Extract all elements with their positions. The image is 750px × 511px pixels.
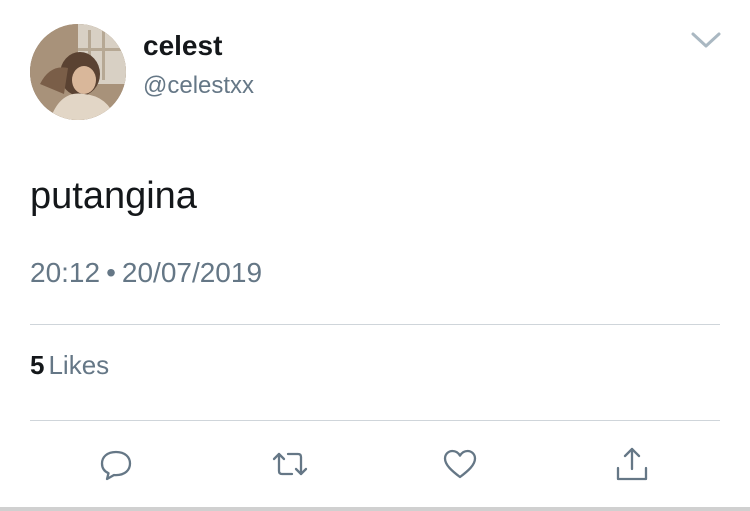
like-button[interactable] [440,444,480,484]
likes-count-link[interactable]: 5 Likes [30,350,109,380]
heart-icon [443,449,477,479]
avatar[interactable] [30,24,126,120]
avatar-photo [30,24,126,120]
share-upload-icon [616,447,648,481]
author-display-name[interactable]: celest [143,30,222,62]
reply-button[interactable] [96,444,136,484]
retweet-button[interactable] [270,444,310,484]
likes-label: Likes [48,350,110,380]
likes-count: 5 [30,350,45,380]
author-handle[interactable]: @celestxx [143,71,254,101]
tweet-text: putangina [30,175,197,217]
more-options-button[interactable] [688,28,724,52]
chevron-down-icon [691,32,721,48]
retweet-arrows-icon [272,452,308,476]
speech-bubble-icon [100,450,132,481]
tweet-time: 20:12 [30,257,101,288]
bottom-border [0,507,750,511]
meta-separator: • [106,257,116,288]
tweet-date: 20/07/2019 [121,257,263,288]
divider [30,420,720,421]
divider [30,324,720,325]
share-button[interactable] [612,444,652,484]
tweet-timestamp[interactable]: 20:12 • 20/07/2019 [30,257,262,289]
